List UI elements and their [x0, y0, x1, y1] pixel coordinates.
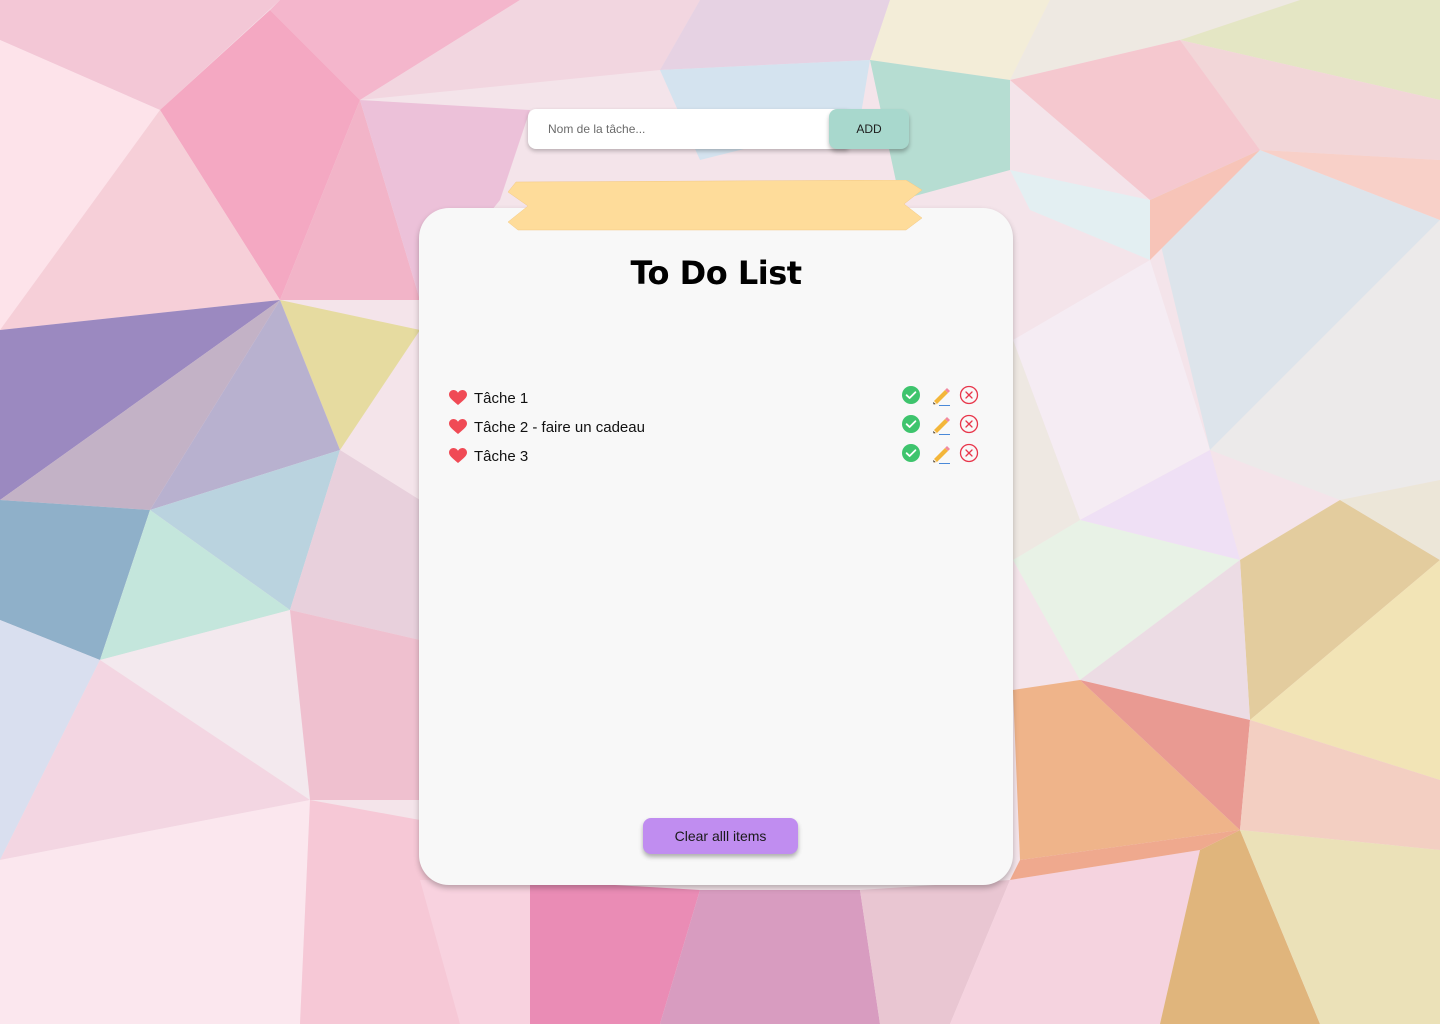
clear-all-button[interactable]: Clear alll items: [643, 818, 798, 854]
task-list: Tâche 1 Tâche 2 - faire un cadeau Tâche …: [449, 385, 984, 472]
check-circle-icon[interactable]: [901, 443, 923, 465]
pencil-icon[interactable]: [930, 414, 952, 436]
task-item: Tâche 1: [449, 385, 984, 414]
task-name-input[interactable]: [528, 109, 848, 149]
task-label: Tâche 2 - faire un cadeau: [474, 419, 645, 436]
task-label: Tâche 3: [474, 448, 529, 465]
pencil-icon[interactable]: [930, 385, 952, 407]
heart-icon: [449, 419, 467, 435]
task-actions: [901, 385, 985, 407]
pencil-icon[interactable]: [930, 443, 952, 465]
task-actions: [901, 414, 985, 436]
task-label: Tâche 1: [474, 390, 529, 407]
close-circle-icon[interactable]: [959, 443, 981, 465]
close-circle-icon[interactable]: [959, 385, 981, 407]
add-task-form: ADD: [528, 109, 909, 149]
tape-decoration: [508, 180, 924, 232]
close-circle-icon[interactable]: [959, 414, 981, 436]
heart-icon: [449, 390, 467, 406]
heart-icon: [449, 448, 467, 464]
check-circle-icon[interactable]: [901, 414, 923, 436]
task-item: Tâche 3: [449, 443, 984, 472]
check-circle-icon[interactable]: [901, 385, 923, 407]
page-title: To Do List: [630, 254, 802, 292]
task-actions: [901, 443, 985, 465]
task-item: Tâche 2 - faire un cadeau: [449, 414, 984, 443]
todo-card: To Do List Tâche 1 Tâche 2 - faire un ca…: [419, 208, 1013, 885]
add-button[interactable]: ADD: [829, 109, 909, 149]
